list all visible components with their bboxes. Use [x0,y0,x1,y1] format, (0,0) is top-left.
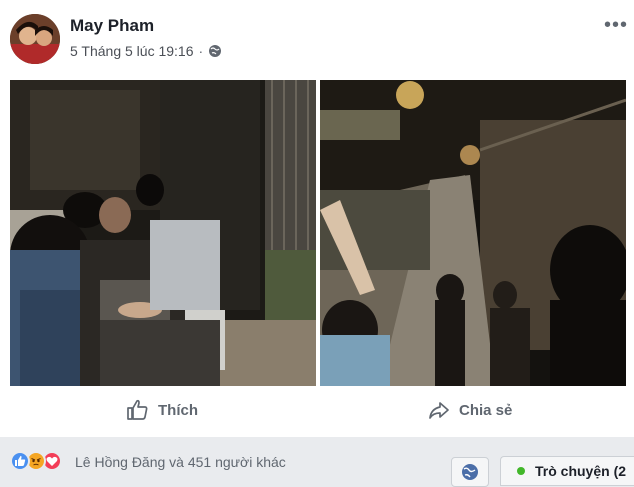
post-photo-left[interactable] [10,80,316,386]
online-status-icon [517,467,525,475]
reaction-icons[interactable] [10,451,62,471]
like-icon [10,451,30,471]
like-label: Thích [158,401,198,419]
share-arrow-icon [429,402,449,419]
like-button[interactable]: Thích [126,398,198,422]
post-timestamp[interactable]: 5 Tháng 5 lúc 19:16 [70,43,194,59]
post-card: May Pham 5 Tháng 5 lúc 19:16 · ••• Thích… [0,0,634,437]
globe-icon [462,464,478,480]
notifications-globe-button[interactable] [451,457,489,487]
reactions-summary[interactable]: Lê Hồng Đăng và 451 người khác [75,454,286,470]
post-actions-bar: Thích Chia sẻ [0,392,634,430]
post-meta: 5 Tháng 5 lúc 19:16 · [70,43,222,59]
post-photo-right[interactable] [320,80,626,386]
avatar[interactable] [10,14,60,64]
share-button[interactable]: Chia sẻ [427,398,512,422]
meta-separator: · [198,43,204,59]
author-name[interactable]: May Pham [70,16,154,36]
more-options-button[interactable]: ••• [604,14,628,37]
thumbs-up-icon [127,399,148,420]
share-label: Chia sẻ [459,401,513,419]
chat-sidebar-button[interactable]: Trò chuyện (2 [500,456,634,486]
chat-label: Trò chuyện (2 [535,463,627,479]
globe-icon[interactable] [208,44,222,58]
